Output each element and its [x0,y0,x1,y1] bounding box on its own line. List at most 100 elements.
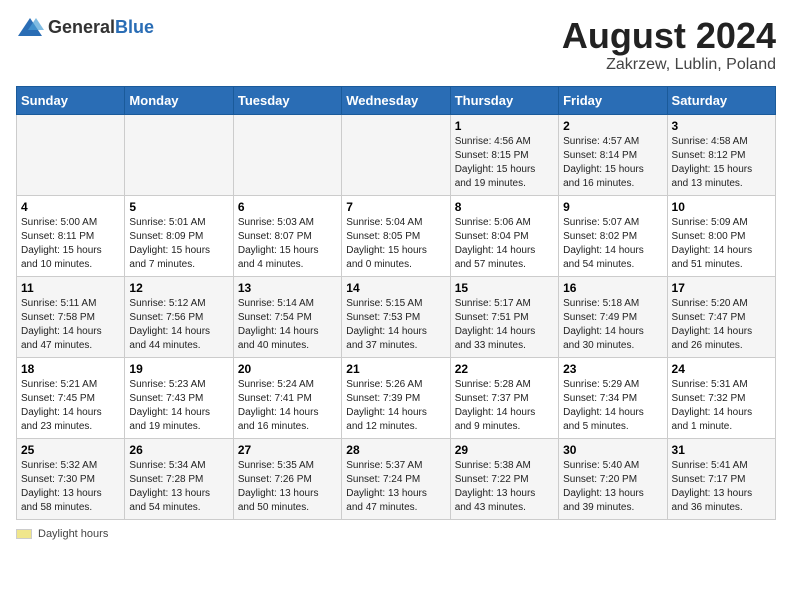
calendar-header-cell: Sunday [17,86,125,114]
day-number: 15 [455,281,554,295]
day-info: Sunrise: 5:14 AM Sunset: 7:54 PM Dayligh… [238,297,337,353]
calendar-cell: 15 Sunrise: 5:17 AM Sunset: 7:51 PM Dayli… [450,276,558,357]
day-info: Sunrise: 5:29 AM Sunset: 7:34 PM Dayligh… [563,378,662,434]
calendar-header-cell: Thursday [450,86,558,114]
day-number: 6 [238,200,337,214]
day-info: Sunrise: 5:07 AM Sunset: 8:02 PM Dayligh… [563,216,662,272]
calendar-cell: 14 Sunrise: 5:15 AM Sunset: 7:53 PM Dayli… [342,276,450,357]
calendar-cell: 31Sunrise: 5:41 AM Sunset: 7:17 PM Dayli… [667,438,775,519]
calendar-cell: 8Sunrise: 5:06 AM Sunset: 8:04 PM Daylig… [450,195,558,276]
page-title: August 2024 [562,16,776,56]
legend: Daylight hours [16,528,776,540]
day-info: Sunrise: 5:37 AM Sunset: 7:24 PM Dayligh… [346,459,445,515]
page-subtitle: Zakrzew, Lublin, Poland [562,56,776,74]
calendar-cell [125,114,233,195]
day-info: Sunrise: 5:21 AM Sunset: 7:45 PM Dayligh… [21,378,120,434]
day-info: Sunrise: 5:20 AM Sunset: 7:47 PM Dayligh… [672,297,771,353]
day-number: 14 [346,281,445,295]
day-number: 7 [346,200,445,214]
calendar-cell: 29Sunrise: 5:38 AM Sunset: 7:22 PM Dayli… [450,438,558,519]
calendar-cell [342,114,450,195]
calendar-cell [17,114,125,195]
legend-box [16,529,32,539]
day-number: 22 [455,362,554,376]
calendar-cell: 3Sunrise: 4:58 AM Sunset: 8:12 PM Daylig… [667,114,775,195]
day-info: Sunrise: 4:56 AM Sunset: 8:15 PM Dayligh… [455,135,554,191]
day-number: 5 [129,200,228,214]
calendar-week-row: 11 Sunrise: 5:11 AM Sunset: 7:58 PM Dayli… [17,276,776,357]
calendar-cell: 17Sunrise: 5:20 AM Sunset: 7:47 PM Dayli… [667,276,775,357]
day-number: 13 [238,281,337,295]
day-number: 26 [129,443,228,457]
day-info: Sunrise: 5:04 AM Sunset: 8:05 PM Dayligh… [346,216,445,272]
calendar-cell: 12 Sunrise: 5:12 AM Sunset: 7:56 PM Dayli… [125,276,233,357]
day-info: Sunrise: 5:09 AM Sunset: 8:00 PM Dayligh… [672,216,771,272]
day-number: 4 [21,200,120,214]
day-info: Sunrise: 5:11 AM Sunset: 7:58 PM Dayligh… [21,297,120,353]
calendar-cell: 19Sunrise: 5:23 AM Sunset: 7:43 PM Dayli… [125,357,233,438]
calendar-cell: 5Sunrise: 5:01 AM Sunset: 8:09 PM Daylig… [125,195,233,276]
calendar-header-cell: Monday [125,86,233,114]
day-number: 10 [672,200,771,214]
day-number: 24 [672,362,771,376]
calendar-cell: 2Sunrise: 4:57 AM Sunset: 8:14 PM Daylig… [559,114,667,195]
logo-icon [16,16,44,38]
day-number: 8 [455,200,554,214]
day-info: Sunrise: 5:03 AM Sunset: 8:07 PM Dayligh… [238,216,337,272]
calendar-week-row: 18 Sunrise: 5:21 AM Sunset: 7:45 PM Dayli… [17,357,776,438]
logo-blue: Blue [115,17,154,38]
calendar-cell: 4Sunrise: 5:00 AM Sunset: 8:11 PM Daylig… [17,195,125,276]
calendar-cell: 10 Sunrise: 5:09 AM Sunset: 8:00 PM Dayli… [667,195,775,276]
day-info: Sunrise: 5:15 AM Sunset: 7:53 PM Dayligh… [346,297,445,353]
title-area: August 2024 Zakrzew, Lublin, Poland [562,16,776,74]
day-info: Sunrise: 4:58 AM Sunset: 8:12 PM Dayligh… [672,135,771,191]
calendar-table: SundayMondayTuesdayWednesdayThursdayFrid… [16,86,776,520]
day-number: 12 [129,281,228,295]
calendar-cell: 16 Sunrise: 5:18 AM Sunset: 7:49 PM Dayli… [559,276,667,357]
calendar-week-row: 25Sunrise: 5:32 AM Sunset: 7:30 PM Dayli… [17,438,776,519]
day-number: 27 [238,443,337,457]
day-number: 28 [346,443,445,457]
calendar-header-cell: Friday [559,86,667,114]
day-info: Sunrise: 5:34 AM Sunset: 7:28 PM Dayligh… [129,459,228,515]
calendar-header-row: SundayMondayTuesdayWednesdayThursdayFrid… [17,86,776,114]
logo: General Blue [16,16,154,38]
calendar-header-cell: Wednesday [342,86,450,114]
calendar-cell: 11 Sunrise: 5:11 AM Sunset: 7:58 PM Dayli… [17,276,125,357]
day-number: 19 [129,362,228,376]
day-info: Sunrise: 5:17 AM Sunset: 7:51 PM Dayligh… [455,297,554,353]
calendar-cell: 18 Sunrise: 5:21 AM Sunset: 7:45 PM Dayli… [17,357,125,438]
header: General Blue August 2024 Zakrzew, Lublin… [16,16,776,74]
day-number: 1 [455,119,554,133]
calendar-body: 1 Sunrise: 4:56 AM Sunset: 8:15 PM Daylig… [17,114,776,519]
day-number: 9 [563,200,662,214]
calendar-cell: 9 Sunrise: 5:07 AM Sunset: 8:02 PM Daylig… [559,195,667,276]
calendar-cell: 23Sunrise: 5:29 AM Sunset: 7:34 PM Dayli… [559,357,667,438]
day-number: 11 [21,281,120,295]
day-number: 30 [563,443,662,457]
day-info: Sunrise: 5:38 AM Sunset: 7:22 PM Dayligh… [455,459,554,515]
day-info: Sunrise: 5:24 AM Sunset: 7:41 PM Dayligh… [238,378,337,434]
calendar-cell: 1 Sunrise: 4:56 AM Sunset: 8:15 PM Daylig… [450,114,558,195]
day-info: Sunrise: 5:41 AM Sunset: 7:17 PM Dayligh… [672,459,771,515]
day-info: Sunrise: 5:28 AM Sunset: 7:37 PM Dayligh… [455,378,554,434]
calendar-cell: 24Sunrise: 5:31 AM Sunset: 7:32 PM Dayli… [667,357,775,438]
day-number: 2 [563,119,662,133]
legend-label: Daylight hours [38,528,108,540]
calendar-cell: 7 Sunrise: 5:04 AM Sunset: 8:05 PM Daylig… [342,195,450,276]
day-info: Sunrise: 5:12 AM Sunset: 7:56 PM Dayligh… [129,297,228,353]
calendar-cell: 22 Sunrise: 5:28 AM Sunset: 7:37 PM Dayli… [450,357,558,438]
calendar-header-cell: Saturday [667,86,775,114]
calendar-cell: 25Sunrise: 5:32 AM Sunset: 7:30 PM Dayli… [17,438,125,519]
logo-general: General [48,17,115,38]
day-number: 20 [238,362,337,376]
calendar-cell: 30Sunrise: 5:40 AM Sunset: 7:20 PM Dayli… [559,438,667,519]
calendar-header-cell: Tuesday [233,86,341,114]
calendar-cell: 27Sunrise: 5:35 AM Sunset: 7:26 PM Dayli… [233,438,341,519]
calendar-cell: 26 Sunrise: 5:34 AM Sunset: 7:28 PM Dayli… [125,438,233,519]
calendar-cell [233,114,341,195]
day-number: 16 [563,281,662,295]
day-info: Sunrise: 5:18 AM Sunset: 7:49 PM Dayligh… [563,297,662,353]
day-number: 21 [346,362,445,376]
day-number: 18 [21,362,120,376]
